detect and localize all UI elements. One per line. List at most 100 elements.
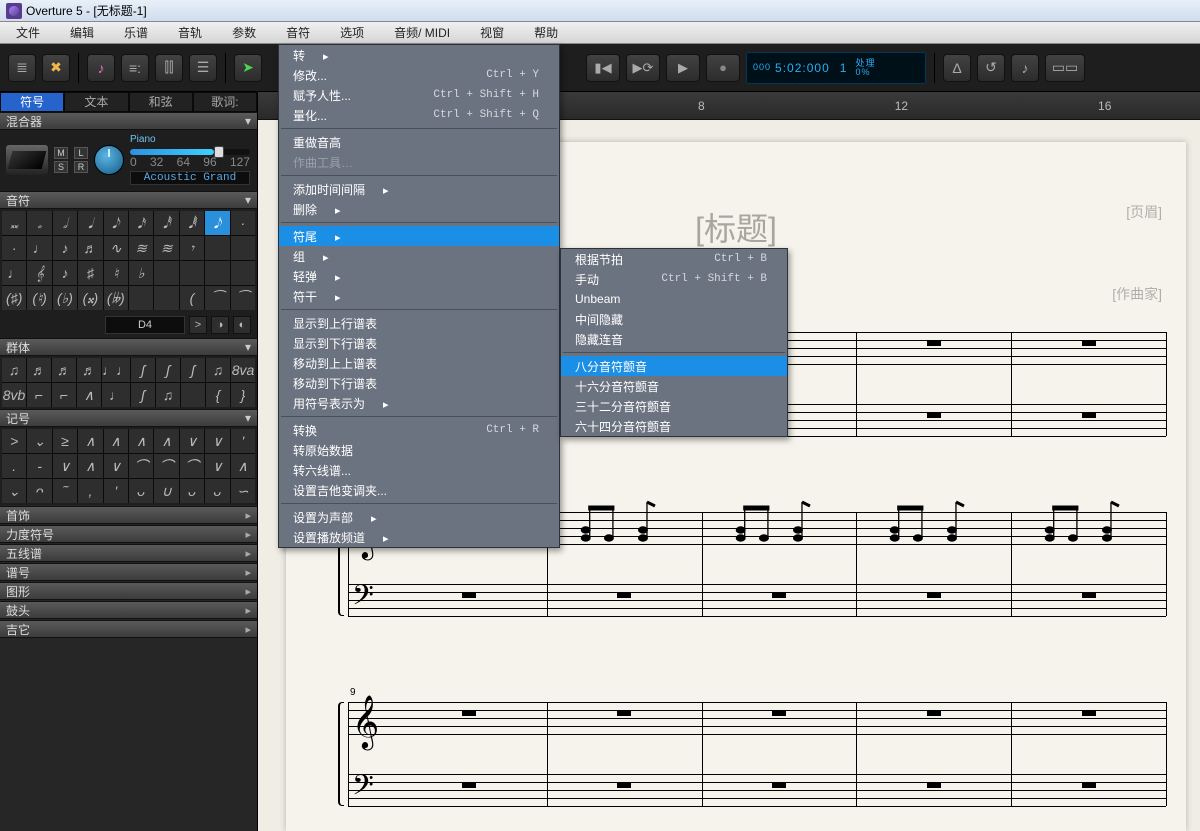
section-mixer[interactable]: 混合器	[0, 112, 257, 130]
score-composer[interactable]: [作曲家]	[1112, 284, 1162, 304]
tab-chords[interactable]: 和弦	[129, 92, 193, 112]
menu-audiomidi[interactable]: 音频/ MIDI	[388, 22, 456, 43]
section-dynamics[interactable]: 力度符号▸	[0, 525, 257, 543]
menu-track[interactable]: 音轨	[172, 22, 208, 43]
menu-options[interactable]: 选项	[334, 22, 370, 43]
menu-item[interactable]: 转	[279, 45, 559, 65]
play-repeat-icon[interactable]: ▶⟳	[626, 54, 660, 82]
palette-cell[interactable]: 8vb	[2, 383, 26, 407]
section-clef[interactable]: 谱号▸	[0, 563, 257, 581]
quantize-icon[interactable]: ♪	[1011, 54, 1039, 82]
menu-notes[interactable]: 音符	[280, 22, 316, 43]
play-icon[interactable]: ▶	[666, 54, 700, 82]
palette-cell[interactable]: ∿	[104, 236, 128, 260]
tab-lyrics[interactable]: 歌词:	[193, 92, 257, 112]
menu-help[interactable]: 帮助	[528, 22, 564, 43]
palette-cell[interactable]: ♩	[27, 236, 51, 260]
palette-cell[interactable]: 𝄾	[180, 236, 204, 260]
menu-item[interactable]: 赋予人性...Ctrl + Shift + H	[279, 85, 559, 105]
section-decor[interactable]: 首饰▸	[0, 506, 257, 524]
staff-tool-icon[interactable]: ▭▭	[1045, 54, 1085, 82]
palette-cell[interactable]: ♮	[104, 261, 128, 285]
palette-cell[interactable]: '	[104, 479, 128, 503]
menu-edit[interactable]: 编辑	[64, 22, 100, 43]
accent-btn[interactable]: >	[189, 316, 207, 334]
section-staff[interactable]: 五线谱▸	[0, 544, 257, 562]
palette-cell[interactable]: ♩♩	[102, 358, 130, 382]
palette-cell[interactable]: ⌒	[129, 454, 153, 478]
palette-cell[interactable]: ᷉	[53, 479, 77, 503]
palette-cell[interactable]: ♬	[27, 358, 51, 382]
tracks-icon[interactable]: ☰	[189, 54, 217, 82]
palette-cell[interactable]: ·	[2, 236, 26, 260]
palette-cell[interactable]: (	[180, 286, 204, 310]
palette-cell[interactable]: ♪	[53, 261, 77, 285]
palette-cell[interactable]	[205, 261, 229, 285]
menu-item[interactable]: 量化...Ctrl + Shift + Q	[279, 105, 559, 125]
tab-text[interactable]: 文本	[64, 92, 128, 112]
palette-cell[interactable]: 8va	[231, 358, 255, 382]
palette-cell[interactable]: ♯	[78, 261, 102, 285]
vol-slider[interactable]	[130, 149, 250, 155]
palette-cell[interactable]: ♫	[156, 383, 180, 407]
menu-item[interactable]: 修改...Ctrl + Y	[279, 65, 559, 85]
record-icon[interactable]: ●	[706, 54, 740, 82]
menu-item[interactable]: 显示到上行谱表	[279, 313, 559, 333]
palette-cell[interactable]	[181, 383, 205, 407]
list-view-icon[interactable]: ≡:	[121, 54, 149, 82]
menu-item[interactable]: 符干	[279, 286, 559, 306]
palette-cell[interactable]: ∧	[78, 429, 102, 453]
palette-cell[interactable]	[231, 236, 255, 260]
palette-cell[interactable]: 𝅘𝅥	[78, 211, 102, 235]
palette-cell[interactable]: }	[231, 383, 255, 407]
palette-cell[interactable]	[231, 261, 255, 285]
octave-btn[interactable]: ◑	[211, 316, 229, 334]
palette-cell[interactable]: ᴖ	[27, 479, 51, 503]
palette-cell[interactable]: ⌒	[154, 454, 178, 478]
beam-submenu[interactable]: 根据节拍Ctrl + B手动Ctrl + Shift + BUnbeam中间隐藏…	[560, 248, 788, 437]
section-guitar[interactable]: 吉它▸	[0, 620, 257, 638]
menu-item[interactable]: 转六线谱...	[279, 460, 559, 480]
menu-item[interactable]: 转换Ctrl + R	[279, 420, 559, 440]
mute-btn[interactable]: M	[54, 147, 68, 159]
score-title[interactable]: [标题]	[695, 204, 777, 250]
menu-item[interactable]: 移动到下行谱表	[279, 373, 559, 393]
section-drum[interactable]: 鼓头▸	[0, 601, 257, 619]
palette-cell[interactable]: ᴗ	[180, 479, 204, 503]
palette-cell[interactable]: .	[2, 454, 26, 478]
palette-cell[interactable]: ♩	[102, 383, 130, 407]
menu-item[interactable]: 显示到下行谱表	[279, 333, 559, 353]
palette-cell[interactable]: ∧	[78, 454, 102, 478]
palette-cell[interactable]: ∧	[104, 429, 128, 453]
menu-item[interactable]: 转原始数据	[279, 440, 559, 460]
palette-cell[interactable]: -	[27, 454, 51, 478]
palette-cell[interactable]: ʃ	[131, 358, 155, 382]
menu-item[interactable]: 八分音符颤音	[561, 356, 787, 376]
palette-cell[interactable]: ·	[231, 211, 255, 235]
palette-cell[interactable]	[154, 261, 178, 285]
pan-knob[interactable]	[94, 145, 124, 175]
note-tool-icon[interactable]: ♪	[87, 54, 115, 82]
menu-item[interactable]: 组	[279, 246, 559, 266]
tab-symbols[interactable]: 符号	[0, 92, 64, 112]
menu-item[interactable]: 重做音高	[279, 132, 559, 152]
palette-cell[interactable]	[129, 286, 153, 310]
menu-params[interactable]: 参数	[226, 22, 262, 43]
palette-cell[interactable]: ∽	[231, 479, 255, 503]
palette-cell[interactable]: 𝅜	[2, 211, 26, 235]
palette-cell[interactable]: ᴗ	[129, 479, 153, 503]
menu-item[interactable]: 设置播放频道	[279, 527, 559, 547]
menu-item[interactable]: 三十二分音符颤音	[561, 396, 787, 416]
palette-cell[interactable]: 𝅘𝅥𝅱	[180, 211, 204, 235]
palette-cell[interactable]: ♬	[77, 358, 101, 382]
palette-cell[interactable]: ♬	[78, 236, 102, 260]
menu-item[interactable]: 删除	[279, 199, 559, 219]
menu-item[interactable]: 根据节拍Ctrl + B	[561, 249, 787, 269]
palette-cell[interactable]: ʃ	[181, 358, 205, 382]
palette-cell[interactable]: ≋	[129, 236, 153, 260]
menu-item[interactable]: 轻弹	[279, 266, 559, 286]
palette-cell[interactable]	[154, 286, 178, 310]
rewind-icon[interactable]: ▮◀	[586, 54, 620, 82]
menu-file[interactable]: 文件	[10, 22, 46, 43]
menu-item[interactable]: 十六分音符颤音	[561, 376, 787, 396]
